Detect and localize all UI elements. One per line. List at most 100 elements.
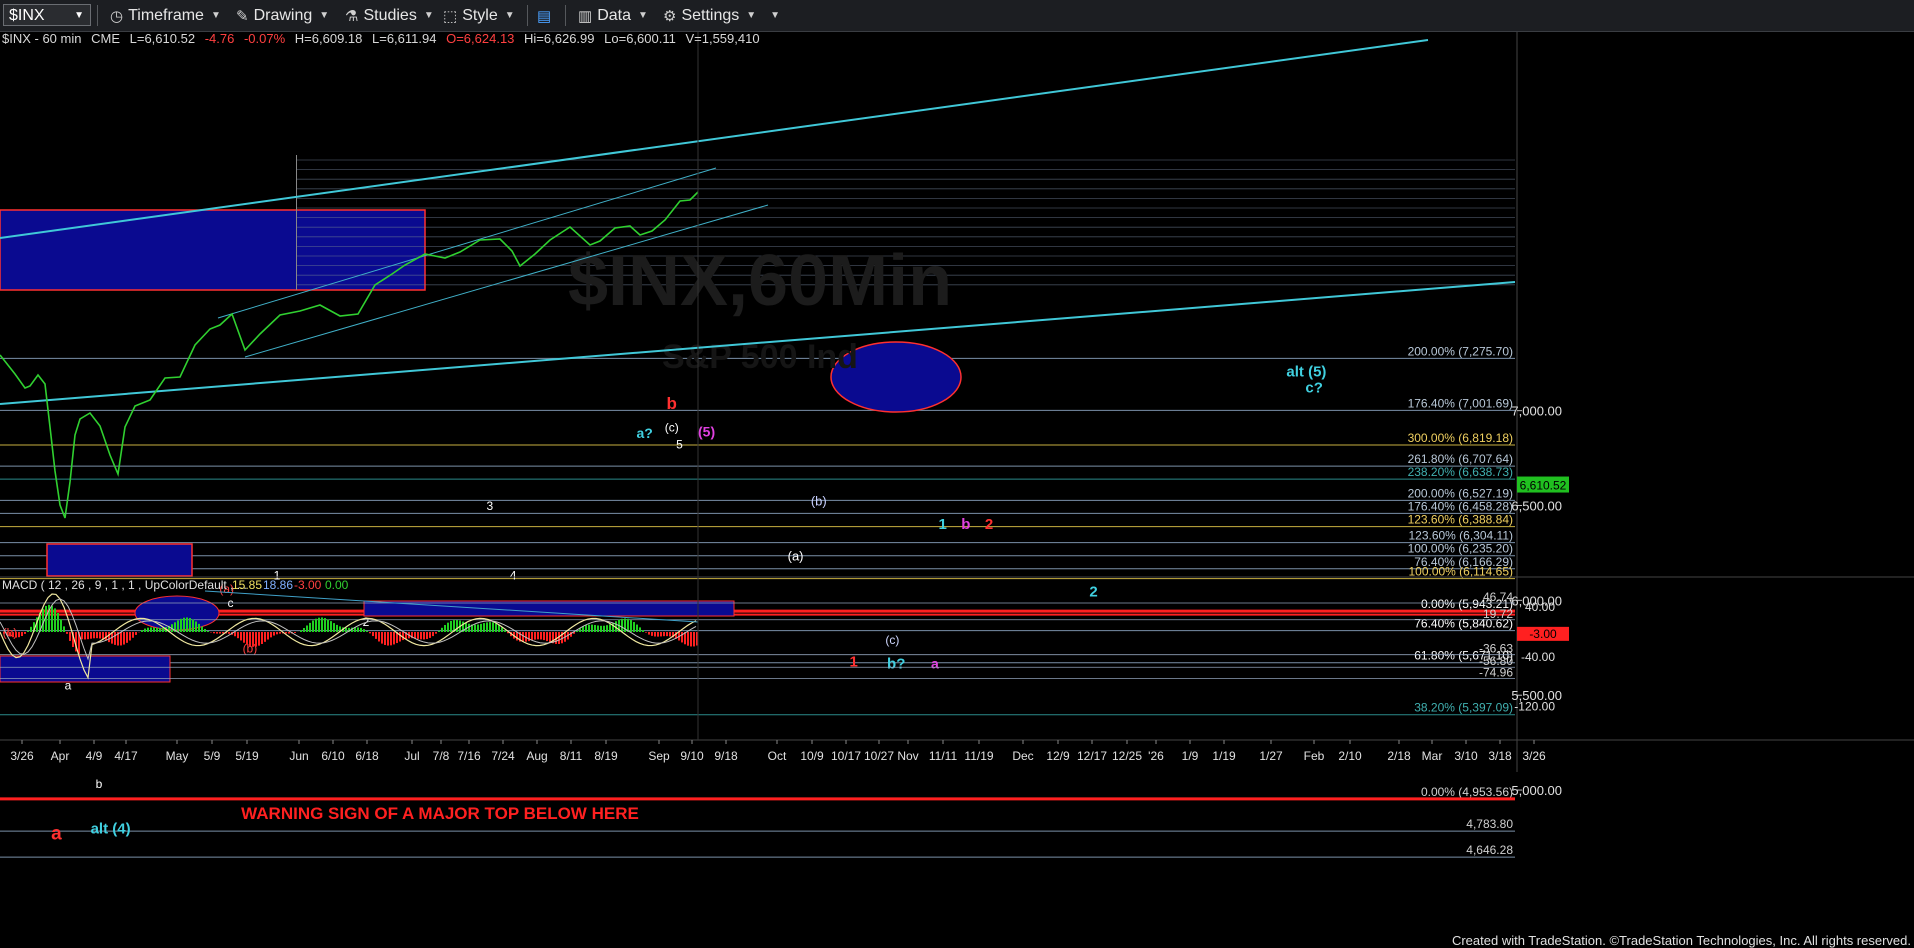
macd-histogram-bar xyxy=(372,632,374,637)
macd-histogram-bar xyxy=(546,632,548,642)
symbol-input[interactable]: $INX ▼ xyxy=(3,4,91,26)
macd-histogram-bar xyxy=(624,618,626,632)
macd-histogram-bar xyxy=(258,632,260,646)
macd-histogram-bar xyxy=(132,632,134,638)
macd-histogram-bar xyxy=(639,627,641,632)
macd-histogram-bar xyxy=(156,627,158,632)
date-label: 3/26 xyxy=(1522,749,1546,763)
style-menu[interactable]: ⬚ Style ▼ xyxy=(443,0,515,31)
chevron-down-icon: ▼ xyxy=(210,10,221,21)
macd-histogram-bar xyxy=(288,632,290,634)
macd-histogram-bar xyxy=(24,632,26,634)
wave-label: alt (4) xyxy=(91,821,131,838)
alt-4-box xyxy=(46,543,193,577)
wave-label: 4 xyxy=(510,568,517,582)
fib-label: 200.00% (7,275.70) xyxy=(1408,344,1513,358)
macd-histogram-bar xyxy=(273,632,275,636)
macd-histogram-bar xyxy=(594,624,596,632)
data-label: Data xyxy=(597,6,631,24)
macd-histogram-bar xyxy=(468,623,470,632)
resistance-box xyxy=(0,209,426,291)
macd-histogram-bar xyxy=(345,627,347,632)
macd-value: 15.85 xyxy=(232,578,262,592)
macd-histogram-bar xyxy=(183,617,185,632)
chevron-down-icon: ▼ xyxy=(637,10,648,21)
macd-histogram-bar xyxy=(129,632,131,641)
bid: H=6,609.18 xyxy=(294,31,363,46)
date-label: 4/9 xyxy=(86,749,103,763)
wave-label: (b) xyxy=(811,494,827,509)
macd-histogram-bar xyxy=(114,632,116,645)
macd-histogram-bar xyxy=(120,632,122,646)
macd-histogram-bar xyxy=(450,620,452,632)
data-menu[interactable]: ▥ Data ▼ xyxy=(578,0,648,31)
macd-histogram-bar xyxy=(63,626,65,632)
macd-histogram-bar xyxy=(669,632,671,637)
macd-histogram-bar xyxy=(384,632,386,646)
chevron-down-icon: ▼ xyxy=(319,10,330,21)
date-label: 9/10 xyxy=(680,749,704,763)
settings-label: Settings xyxy=(681,6,740,24)
macd-histogram-bar xyxy=(441,627,443,632)
price-tick-label: 6,500.00 xyxy=(1511,499,1562,514)
macd-histogram-bar xyxy=(27,630,29,632)
studies-menu[interactable]: ⚗ Studies ▼ xyxy=(345,0,434,31)
macd-histogram-bar xyxy=(108,632,110,643)
price-chart[interactable]: 7,000.006,500.006,000.005,500.005,000.00… xyxy=(0,32,1914,948)
macd-histogram-bar xyxy=(489,622,491,632)
macd-histogram-bar xyxy=(540,632,542,640)
date-label: 1/27 xyxy=(1259,749,1283,763)
bar-chart-icon: ▥ xyxy=(578,7,593,25)
macd-histogram-bar xyxy=(600,625,602,632)
date-label: 12/9 xyxy=(1046,749,1070,763)
volume: V=1,559,410 xyxy=(685,31,760,46)
drawing-label: Drawing xyxy=(253,6,313,24)
date-label: 11/19 xyxy=(964,749,993,763)
macd-histogram-bar xyxy=(3,632,5,634)
macd-histogram-bar xyxy=(240,632,242,641)
macd-histogram-bar xyxy=(96,632,98,639)
date-label: Nov xyxy=(897,749,918,763)
macd-histogram-bar xyxy=(360,627,362,632)
macd-histogram-bar xyxy=(186,617,188,632)
settings-menu[interactable]: ⚙ Settings ▼ ▼ xyxy=(663,0,780,31)
date-label: 10/27 xyxy=(864,749,894,763)
macd-last-label: -3.00 xyxy=(1529,627,1557,641)
drawing-menu[interactable]: ✎ Drawing ▼ xyxy=(236,0,329,31)
macd-histogram-bar xyxy=(30,626,32,632)
macd-histogram-bar xyxy=(9,632,11,637)
flask-icon: ⚗ xyxy=(345,7,359,25)
macd-histogram-bar xyxy=(312,620,314,632)
high: Hi=6,626.99 xyxy=(524,31,595,46)
macd-zero-value: 0.00 xyxy=(325,578,349,592)
macd-histogram-bar xyxy=(390,632,392,646)
date-label: 7/24 xyxy=(491,749,515,763)
last-price: L=6,610.52 xyxy=(129,31,196,46)
macd-histogram-bar xyxy=(54,608,56,632)
macd-histogram-bar xyxy=(642,630,644,632)
date-label: 12/17 xyxy=(1077,749,1107,763)
date-label: May xyxy=(166,749,189,763)
date-label: 8/11 xyxy=(560,749,583,763)
timeframe-menu[interactable]: ◷ Timeframe ▼ xyxy=(110,0,221,31)
symbol-text: $INX xyxy=(9,7,45,24)
macd-histogram-bar xyxy=(492,622,494,632)
macd-histogram-bar xyxy=(438,630,440,632)
macd-histogram-bar xyxy=(612,622,614,632)
macd-histogram-bar xyxy=(255,632,257,647)
macd-histogram-bar xyxy=(417,632,419,639)
date-label: 2/10 xyxy=(1338,749,1362,763)
macd-histogram-bar xyxy=(321,617,323,632)
macd-histogram-bar xyxy=(429,632,431,638)
macd-histogram-bar xyxy=(387,632,389,646)
macd-histogram-bar xyxy=(447,622,449,632)
macd-histogram-bar xyxy=(51,605,53,632)
fib-label: 4,646.28 xyxy=(1466,843,1513,857)
fib-label: 123.60% (6,304.11) xyxy=(1408,529,1513,543)
macd-histogram-bar xyxy=(207,630,209,632)
watermark-symbol: $INX,60Min xyxy=(568,241,952,321)
layout-button[interactable]: ▤ xyxy=(537,0,556,31)
timeframe-label: Timeframe xyxy=(128,6,204,24)
macd-histogram-bar xyxy=(144,628,146,632)
date-label: Feb xyxy=(1304,749,1325,763)
